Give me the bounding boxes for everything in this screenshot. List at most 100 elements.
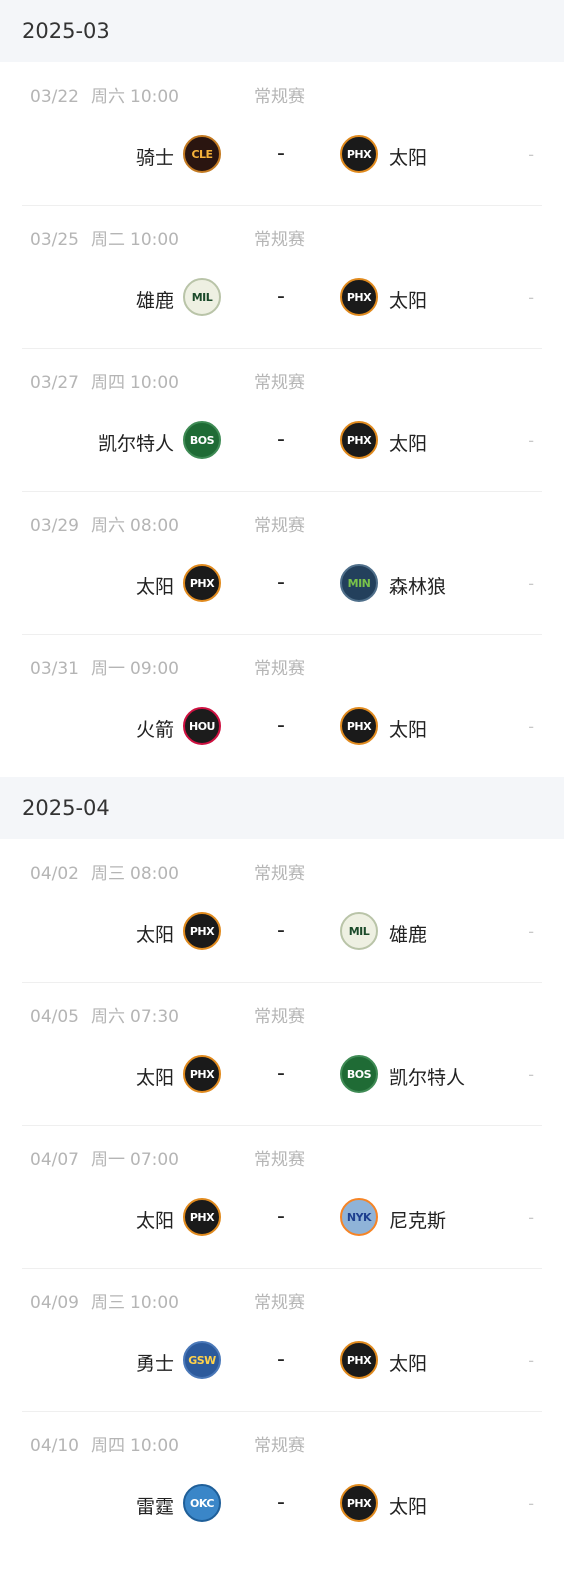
game-row[interactable]: 03/29 周六 08:00 常规赛 太阳 PHX - MIN 森林狼 - — [0, 491, 564, 634]
game-type: 常规赛 — [254, 659, 305, 679]
game-time: 08:00 — [130, 864, 179, 884]
away-team-name: 太阳 — [389, 290, 428, 312]
score: - — [277, 141, 285, 166]
game-row[interactable]: 04/10 周四 10:00 常规赛 雷霆 OKC - PHX 太阳 - — [0, 1411, 564, 1554]
game-row[interactable]: 03/22 周六 10:00 常规赛 骑士 CLE - PHX 太阳 - — [0, 62, 564, 205]
game-date: 03/29 — [30, 516, 79, 536]
matchup: 太阳 PHX - NYK 尼克斯 - — [0, 1198, 564, 1238]
phx-logo-icon: PHX — [340, 135, 378, 173]
score: - — [277, 918, 285, 943]
game-extra: - — [528, 574, 534, 593]
game-time: 08:00 — [130, 516, 179, 536]
game-weekday: 周三 — [91, 864, 125, 884]
game-row[interactable]: 03/31 周一 09:00 常规赛 火箭 HOU - PHX 太阳 - — [0, 634, 564, 777]
mil-logo-icon: MIL — [183, 278, 221, 316]
okc-logo-icon: OKC — [183, 1484, 221, 1522]
home-team-name: 骑士 — [135, 147, 174, 169]
game-weekday: 周一 — [91, 1150, 125, 1170]
game-date: 04/10 — [30, 1436, 79, 1456]
schedule-list: 2025-03 03/22 周六 10:00 常规赛 骑士 CLE - PHX 太阳… — [0, 0, 564, 1554]
game-weekday: 周六 — [91, 1007, 125, 1027]
matchup: 太阳 PHX - BOS 凯尔特人 - — [0, 1055, 564, 1095]
game-extra: - — [528, 431, 534, 450]
matchup: 雄鹿 MIL - PHX 太阳 - — [0, 278, 564, 318]
away-team-name: 太阳 — [389, 147, 428, 169]
game-datetime: 03/29 周六 08:00 — [30, 511, 179, 536]
game-datetime: 04/05 周六 07:30 — [30, 1002, 179, 1027]
matchup: 骑士 CLE - PHX 太阳 - — [0, 135, 564, 175]
game-extra: - — [528, 1351, 534, 1370]
game-row[interactable]: 03/27 周四 10:00 常规赛 凯尔特人 BOS - PHX 太阳 - — [0, 348, 564, 491]
game-weekday: 周六 — [91, 87, 125, 107]
home-team-name: 凯尔特人 — [97, 433, 174, 455]
phx-logo-icon: PHX — [340, 278, 378, 316]
game-row[interactable]: 04/09 周三 10:00 常规赛 勇士 GSW - PHX 太阳 - — [0, 1268, 564, 1411]
phx-logo-icon: PHX — [183, 912, 221, 950]
game-weekday: 周六 — [91, 516, 125, 536]
phx-logo-icon: PHX — [183, 564, 221, 602]
game-type: 常规赛 — [254, 1007, 305, 1027]
min-logo-icon: MIN — [340, 564, 378, 602]
game-type: 常规赛 — [254, 1150, 305, 1170]
away-team-name: 凯尔特人 — [389, 1067, 466, 1089]
game-datetime: 03/25 周二 10:00 — [30, 225, 179, 250]
away-team-name: 雄鹿 — [389, 924, 428, 946]
nyk-logo-icon: NYK — [340, 1198, 378, 1236]
cle-logo-icon: CLE — [183, 135, 221, 173]
game-row[interactable]: 03/25 周二 10:00 常规赛 雄鹿 MIL - PHX 太阳 - — [0, 205, 564, 348]
game-datetime: 04/09 周三 10:00 — [30, 1288, 179, 1313]
game-datetime: 04/10 周四 10:00 — [30, 1431, 179, 1456]
away-team-name: 太阳 — [389, 1496, 428, 1518]
mil-logo-icon: MIL — [340, 912, 378, 950]
game-time: 09:00 — [130, 659, 179, 679]
score: - — [277, 570, 285, 595]
game-date: 04/05 — [30, 1007, 79, 1027]
score: - — [277, 1061, 285, 1086]
game-date: 03/22 — [30, 87, 79, 107]
game-extra: - — [528, 1208, 534, 1227]
phx-logo-icon: PHX — [183, 1055, 221, 1093]
game-datetime: 04/07 周一 07:00 — [30, 1145, 179, 1170]
game-type: 常规赛 — [254, 1436, 305, 1456]
game-extra: - — [528, 922, 534, 941]
game-date: 03/27 — [30, 373, 79, 393]
game-type: 常规赛 — [254, 373, 305, 393]
month-header: 2025-04 — [0, 777, 564, 839]
game-weekday: 周三 — [91, 1293, 125, 1313]
matchup: 雷霆 OKC - PHX 太阳 - — [0, 1484, 564, 1524]
home-team-name: 雄鹿 — [135, 290, 174, 312]
phx-logo-icon: PHX — [340, 1484, 378, 1522]
home-team-name: 火箭 — [135, 719, 174, 741]
score: - — [277, 1490, 285, 1515]
phx-logo-icon: PHX — [183, 1198, 221, 1236]
game-time: 10:00 — [130, 230, 179, 250]
away-team-name: 太阳 — [389, 433, 428, 455]
hou-logo-icon: HOU — [183, 707, 221, 745]
phx-logo-icon: PHX — [340, 421, 378, 459]
month-header: 2025-03 — [0, 0, 564, 62]
game-date: 04/07 — [30, 1150, 79, 1170]
matchup: 勇士 GSW - PHX 太阳 - — [0, 1341, 564, 1381]
games-list: 03/22 周六 10:00 常规赛 骑士 CLE - PHX 太阳 - 03/25… — [0, 62, 564, 777]
away-team-name: 太阳 — [389, 1353, 428, 1375]
game-datetime: 03/22 周六 10:00 — [30, 82, 179, 107]
game-row[interactable]: 04/05 周六 07:30 常规赛 太阳 PHX - BOS 凯尔特人 - — [0, 982, 564, 1125]
score: - — [277, 1204, 285, 1229]
game-time: 10:00 — [130, 1293, 179, 1313]
month-label: 2025-03 — [22, 19, 110, 43]
game-time: 07:30 — [130, 1007, 179, 1027]
game-weekday: 周四 — [91, 1436, 125, 1456]
game-row[interactable]: 04/02 周三 08:00 常规赛 太阳 PHX - MIL 雄鹿 - — [0, 839, 564, 982]
matchup: 凯尔特人 BOS - PHX 太阳 - — [0, 421, 564, 461]
game-weekday: 周一 — [91, 659, 125, 679]
matchup: 火箭 HOU - PHX 太阳 - — [0, 707, 564, 747]
phx-logo-icon: PHX — [340, 1341, 378, 1379]
games-list: 04/02 周三 08:00 常规赛 太阳 PHX - MIL 雄鹿 - 04/05… — [0, 839, 564, 1554]
game-time: 07:00 — [130, 1150, 179, 1170]
away-team-name: 太阳 — [389, 719, 428, 741]
game-row[interactable]: 04/07 周一 07:00 常规赛 太阳 PHX - NYK 尼克斯 - — [0, 1125, 564, 1268]
game-extra: - — [528, 145, 534, 164]
game-extra: - — [528, 1494, 534, 1513]
gsw-logo-icon: GSW — [183, 1341, 221, 1379]
game-time: 10:00 — [130, 373, 179, 393]
